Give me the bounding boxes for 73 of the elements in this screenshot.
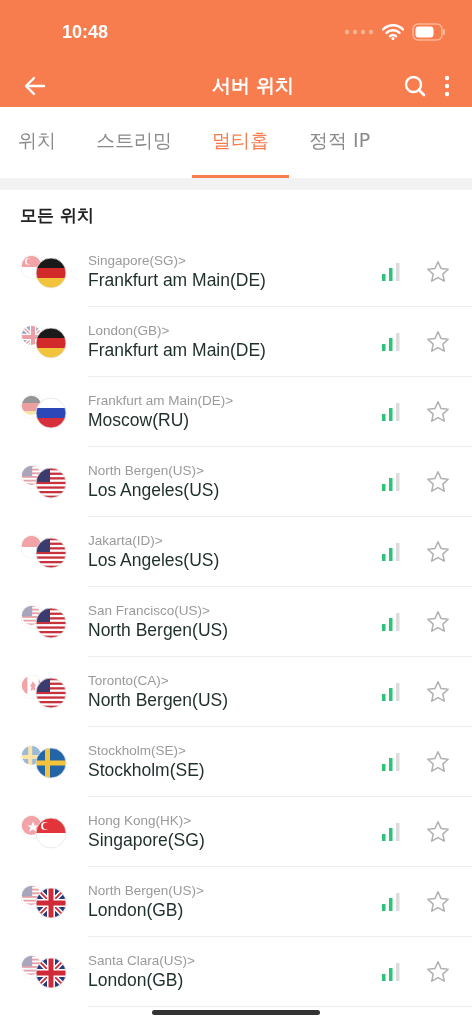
server-row[interactable]: Frankfurt am Main(DE)> Moscow(RU) [0,377,472,447]
flags-icon [20,954,68,990]
favorite-star-button[interactable] [426,260,450,284]
server-row[interactable]: Toronto(CA)> North Bergen(US) [0,657,472,727]
more-icon [444,74,450,97]
flags-icon [20,394,68,430]
flags-icon [20,814,68,850]
exit-location: Stockholm(SE) [88,760,206,781]
wifi-icon [382,24,404,40]
server-row[interactable]: Santa Clara(US)> London(GB) [0,937,472,1007]
signal-strength-icon [382,543,400,561]
flags-icon [20,464,68,500]
entry-location: Jakarta(ID)> [88,533,164,548]
favorite-star-button[interactable] [426,330,450,354]
flags-icon [20,744,68,780]
entry-location: Hong Kong(HK)> [88,813,193,828]
server-row[interactable]: North Bergen(US)> London(GB) [0,867,472,937]
exit-location: North Bergen(US) [88,620,230,641]
flags-icon [20,604,68,640]
signal-strength-icon [382,263,400,281]
favorite-star-button[interactable] [426,750,450,774]
screen-title: 서버 위치 [210,72,296,98]
signal-strength-icon [382,333,400,351]
signal-strength-icon [382,403,400,421]
entry-location: San Francisco(US)> [88,603,211,618]
entry-location: London(GB)> [88,323,171,338]
flags-icon [20,534,68,570]
favorite-star-button[interactable] [426,400,450,424]
server-row[interactable]: London(GB)> Frankfurt am Main(DE) [0,307,472,377]
exit-location: North Bergen(US) [88,690,230,711]
signal-strength-icon [382,823,400,841]
signal-strength-icon [382,473,400,491]
entry-location: Toronto(CA)> [88,673,170,688]
signal-strength-icon [382,683,400,701]
favorite-star-button[interactable] [426,610,450,634]
exit-location: Los Angeles(US) [88,480,221,501]
exit-location: Frankfurt am Main(DE) [88,340,267,361]
flags-icon [20,884,68,920]
exit-location: London(GB) [88,900,185,921]
exit-location: London(GB) [88,970,185,991]
server-row[interactable]: San Francisco(US)> North Bergen(US) [0,587,472,657]
signal-strength-icon [382,963,400,981]
entry-location: Stockholm(SE)> [88,743,187,758]
signal-strength-icon [382,893,400,911]
entry-location: North Bergen(US)> [88,463,205,478]
entry-location: Singapore(SG)> [88,253,187,268]
exit-location: Moscow(RU) [88,410,191,431]
server-row[interactable]: Singapore(SG)> Frankfurt am Main(DE) [0,237,472,307]
favorite-star-button[interactable] [426,470,450,494]
exit-location: Singapore(SG) [88,830,206,851]
favorite-star-button[interactable] [426,680,450,704]
exit-location: Frankfurt am Main(DE) [88,270,267,291]
signal-icon [344,29,374,35]
entry-location: North Bergen(US)> [88,883,205,898]
section-title: 모든 위치 [19,204,95,227]
entry-location: Frankfurt am Main(DE)> [88,393,235,408]
signal-strength-icon [382,753,400,771]
server-row[interactable]: Stockholm(SE)> Stockholm(SE) [0,727,472,797]
flags-icon [20,324,68,360]
exit-location: Los Angeles(US) [88,550,221,571]
server-row[interactable]: Hong Kong(HK)> Singapore(SG) [0,797,472,867]
signal-strength-icon [382,613,400,631]
favorite-star-button[interactable] [426,890,450,914]
server-row[interactable]: North Bergen(US)> Los Angeles(US) [0,447,472,517]
status-time: 10:48 [62,21,109,43]
favorite-star-button[interactable] [426,820,450,844]
favorite-star-button[interactable] [426,960,450,984]
favorite-star-button[interactable] [426,540,450,564]
battery-icon [412,23,446,41]
flags-icon [20,674,68,710]
entry-location: Santa Clara(US)> [88,953,196,968]
flags-icon [20,254,68,290]
server-row[interactable]: Jakarta(ID)> Los Angeles(US) [0,517,472,587]
